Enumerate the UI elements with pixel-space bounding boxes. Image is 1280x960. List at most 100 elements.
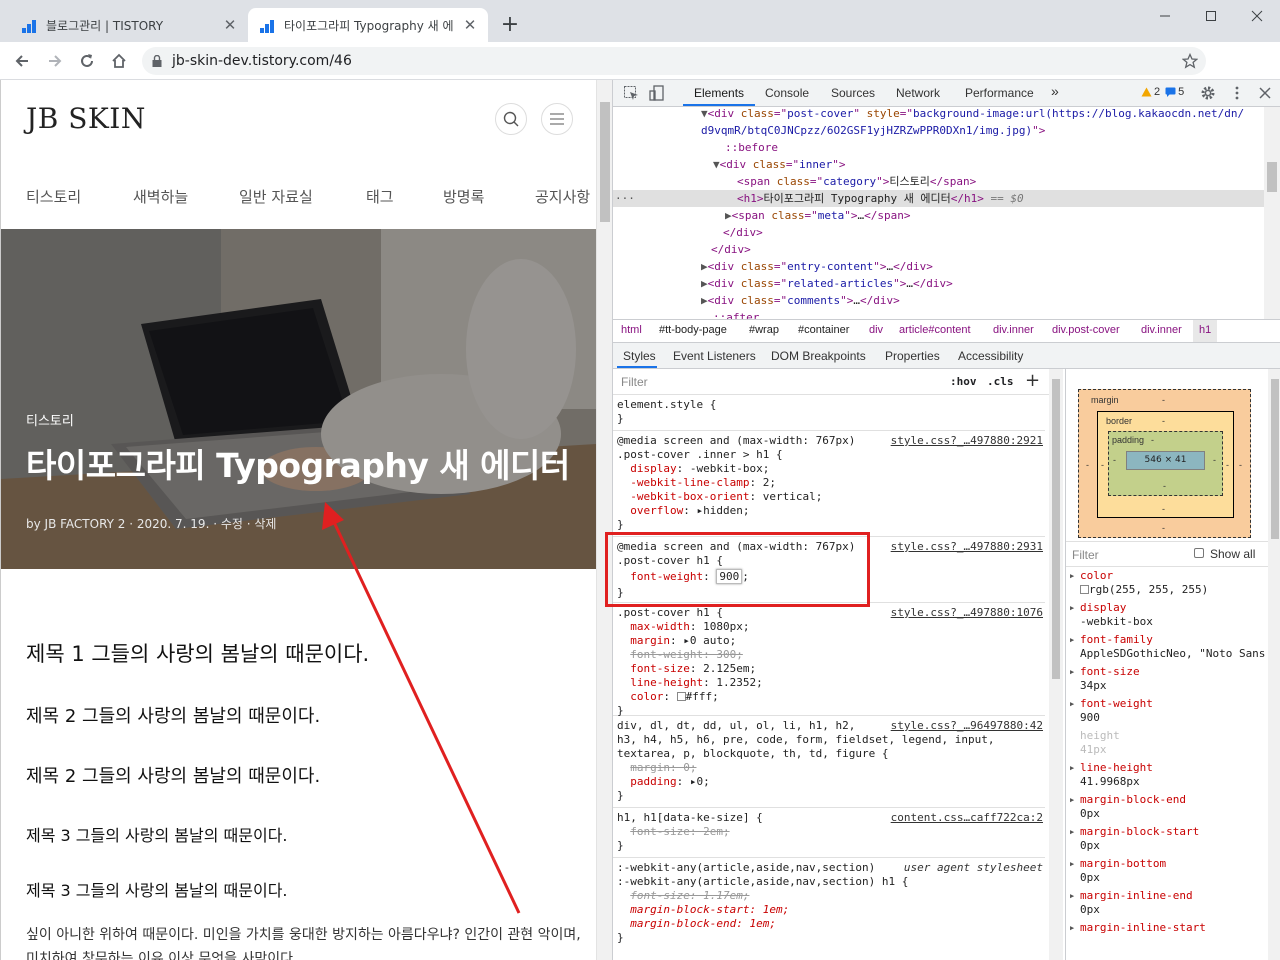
close-tab-icon[interactable]: ✕	[222, 17, 238, 33]
prop-name[interactable]: padding	[630, 775, 676, 788]
nav-item-guestbook[interactable]: 방명록	[443, 186, 484, 207]
devtools-menu-icon[interactable]	[1229, 85, 1245, 101]
device-toolbar-icon[interactable]	[649, 85, 665, 101]
tab-console[interactable]: Console	[765, 86, 809, 100]
box-content-size[interactable]: 546 × 41	[1126, 451, 1205, 470]
dom-node-meta[interactable]: ▶<span class="meta">…</span>	[613, 207, 1265, 224]
dom-scrollbar[interactable]	[1264, 107, 1280, 319]
computed-margin-block-start[interactable]: margin-block-start0px	[1066, 825, 1280, 857]
rule-reset[interactable]: div, dl, dt, dd, ul, ol, li, h1, h2, sty…	[613, 716, 1045, 808]
reload-icon[interactable]	[73, 47, 101, 75]
lock-icon[interactable]	[142, 55, 172, 67]
computed-filter-input[interactable]: Filter	[1072, 548, 1099, 562]
tab-post[interactable]: 타이포그라피 Typography 새 에 ✕	[248, 8, 488, 42]
back-icon[interactable]	[8, 47, 36, 75]
prop-value[interactable]: 0;	[696, 775, 709, 788]
dom-node-inner[interactable]: ▼<div class="inner">	[613, 156, 1265, 173]
prop-value[interactable]: 2.125em;	[703, 662, 756, 675]
crumb-wrap[interactable]: #wrap	[749, 324, 779, 336]
computed-margin-inline-start[interactable]: margin-inline-start	[1066, 921, 1280, 953]
prop-value[interactable]: #fff;	[686, 690, 719, 703]
dom-node-category[interactable]: <span class="category">티스토리</span>	[613, 173, 1265, 190]
rule-source-link[interactable]: style.css?_…96497880:42	[891, 719, 1043, 733]
blog-logo-title[interactable]: JB SKIN	[26, 102, 146, 135]
styles-filter-input[interactable]: Filter	[621, 375, 648, 389]
crumb-article-content[interactable]: article#content	[899, 324, 971, 336]
scrollbar-thumb[interactable]	[1267, 162, 1277, 192]
box-value[interactable]: -	[1162, 395, 1165, 405]
bookmark-star-icon[interactable]	[1174, 53, 1206, 69]
nav-item-tags[interactable]: 태그	[366, 186, 394, 207]
computed-color[interactable]: colorrgb(255, 255, 255)	[1066, 569, 1280, 601]
prop-value[interactable]: vertical;	[763, 490, 823, 503]
dom-node-before[interactable]: ::before	[613, 139, 1265, 156]
color-swatch[interactable]	[676, 692, 686, 701]
post-category[interactable]: 티스토리	[26, 410, 74, 429]
scrollbar-thumb[interactable]	[1271, 379, 1279, 539]
hamburger-menu-icon[interactable]	[541, 103, 573, 135]
prop-value[interactable]: 1.2352;	[716, 676, 762, 689]
home-icon[interactable]	[105, 47, 133, 75]
box-value[interactable]: -	[1101, 460, 1104, 470]
tab-dom-breakpoints[interactable]: DOM Breakpoints	[771, 349, 866, 363]
prop-value[interactable]: 1080px;	[703, 620, 749, 633]
computed-line-height[interactable]: line-height41.9968px	[1066, 761, 1280, 793]
rule-post-cover-h1[interactable]: .post-cover h1 { style.css?_…497880:1076…	[613, 603, 1045, 717]
prop-value[interactable]: -webkit-box;	[690, 462, 769, 475]
close-devtools-icon[interactable]	[1257, 85, 1273, 101]
cls-toggle[interactable]: .cls	[987, 375, 1014, 388]
tab-styles[interactable]: Styles	[623, 349, 656, 363]
tab-elements[interactable]: Elements	[694, 86, 744, 100]
prop-name[interactable]: display	[630, 462, 676, 475]
rule-content-css-h1[interactable]: h1, h1[data-ke-size] { content.css…caff7…	[613, 808, 1045, 858]
box-value[interactable]: -	[1162, 523, 1165, 533]
computed-scrollbar[interactable]	[1268, 369, 1280, 960]
prop-value[interactable]: 2;	[763, 476, 776, 489]
tab-network[interactable]: Network	[896, 86, 940, 100]
show-all-checkbox[interactable]	[1194, 548, 1204, 558]
scrollbar-thumb[interactable]	[600, 102, 610, 222]
tab-performance[interactable]: Performance	[965, 86, 1034, 100]
computed-margin-inline-end[interactable]: margin-inline-end0px	[1066, 889, 1280, 921]
box-value[interactable]: -	[1151, 435, 1154, 445]
prop-name[interactable]: margin	[630, 634, 670, 647]
prop-value[interactable]: 0 auto;	[690, 634, 736, 647]
box-value[interactable]: -	[1239, 460, 1242, 470]
maximize-icon[interactable]	[1188, 0, 1234, 32]
rule-source-link[interactable]: content.css…caff722ca:2	[891, 811, 1043, 825]
dom-node-after[interactable]: ::after	[613, 309, 1265, 319]
box-value[interactable]: -	[1213, 455, 1216, 465]
prop-name[interactable]: line-height	[630, 676, 703, 689]
box-value[interactable]: -	[1113, 455, 1116, 465]
minimize-icon[interactable]	[1142, 0, 1188, 32]
dom-node-entry-content[interactable]: ▶<div class="entry-content">…</div>	[613, 258, 1265, 275]
crumb-html[interactable]: html	[621, 324, 642, 336]
hov-toggle[interactable]: :hov	[950, 375, 977, 388]
box-value[interactable]: -	[1086, 460, 1089, 470]
overridden-prop[interactable]: font-size: 2em;	[630, 825, 729, 838]
computed-display[interactable]: display-webkit-box	[1066, 601, 1280, 633]
crumb-div-post-cover[interactable]: div.post-cover	[1052, 324, 1120, 336]
crumb-tt-body-page[interactable]: #tt-body-page	[659, 324, 727, 336]
computed-height[interactable]: height 41px	[1066, 729, 1280, 761]
styles-scrollbar[interactable]	[1049, 369, 1063, 960]
crumb-div-inner[interactable]: div.inner	[1141, 324, 1182, 336]
new-tab-button[interactable]: +	[498, 12, 522, 38]
page-scrollbar[interactable]	[596, 80, 612, 960]
url-text[interactable]: jb-skin-dev.tistory.com/46	[172, 53, 1174, 69]
overridden-prop[interactable]: font-weight: 300;	[630, 648, 743, 661]
dom-node-post-cover[interactable]: ▼<div class="post-cover" style="backgrou…	[613, 107, 1265, 122]
prop-name[interactable]: font-size	[630, 662, 690, 675]
nav-item-general-archive[interactable]: 일반 자료실	[239, 186, 313, 207]
dom-node-h1-selected[interactable]: ··· <h1>타이포그라피 Typography 새 에디터</h1> == $…	[613, 190, 1265, 207]
tab-properties[interactable]: Properties	[885, 349, 940, 363]
box-value[interactable]: -	[1162, 504, 1165, 514]
prop-value[interactable]: hidden;	[703, 504, 749, 517]
rule-source-link[interactable]: style.css?_…497880:1076	[891, 606, 1043, 620]
prop-name[interactable]: -webkit-box-orient	[630, 490, 749, 503]
computed-font-family[interactable]: font-familyAppleSDGothicNeo, "Noto Sans	[1066, 633, 1280, 665]
rule-element-style[interactable]: element.style { }	[613, 395, 1045, 431]
prop-name[interactable]: overflow	[630, 504, 683, 517]
crumb-div[interactable]: div	[869, 324, 883, 336]
address-bar[interactable]: jb-skin-dev.tistory.com/46	[142, 47, 1206, 75]
